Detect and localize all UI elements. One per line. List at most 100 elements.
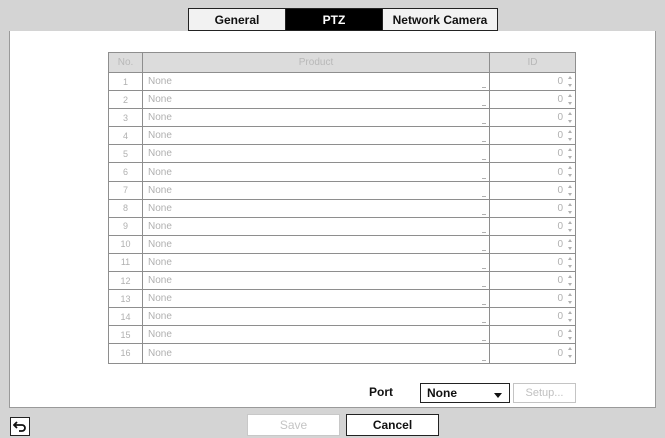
- spin-arrows-icon[interactable]: [567, 184, 572, 196]
- table-header: No. Product ID: [109, 53, 575, 73]
- id-value: 0: [557, 311, 563, 323]
- id-stepper[interactable]: 0: [490, 218, 575, 235]
- id-value: 0: [557, 76, 563, 88]
- spin-arrows-icon[interactable]: [567, 166, 572, 178]
- chevron-down-icon: [494, 393, 502, 398]
- spin-arrows-icon[interactable]: [567, 311, 572, 323]
- row-number: 1: [109, 73, 143, 91]
- dropdown-indicator-icon: [482, 195, 486, 197]
- table-row: 14 None 0: [109, 308, 575, 327]
- id-stepper[interactable]: 0: [490, 344, 575, 362]
- dropdown-indicator-icon: [482, 105, 486, 107]
- product-value: None: [148, 275, 172, 287]
- spin-arrows-icon[interactable]: [567, 130, 572, 142]
- id-stepper[interactable]: 0: [490, 272, 575, 289]
- row-number: 14: [109, 308, 143, 326]
- id-stepper[interactable]: 0: [490, 290, 575, 307]
- id-value: 0: [557, 130, 563, 142]
- id-stepper[interactable]: 0: [490, 254, 575, 271]
- product-value: None: [148, 112, 172, 124]
- id-value: 0: [557, 293, 563, 305]
- tab-ptz[interactable]: PTZ: [285, 8, 383, 31]
- spin-arrows-icon[interactable]: [567, 220, 572, 232]
- product-dropdown[interactable]: None: [143, 290, 490, 308]
- spin-arrows-icon[interactable]: [567, 148, 572, 160]
- cancel-button[interactable]: Cancel: [346, 414, 439, 436]
- tab-group: General PTZ Network Camera: [188, 8, 498, 31]
- back-button[interactable]: [10, 417, 30, 436]
- row-number: 12: [109, 272, 143, 290]
- product-dropdown[interactable]: None: [143, 91, 490, 109]
- spin-arrows-icon[interactable]: [567, 329, 572, 341]
- id-value: 0: [557, 202, 563, 214]
- product-dropdown[interactable]: None: [143, 163, 490, 181]
- spin-arrows-icon[interactable]: [567, 202, 572, 214]
- tab-network-camera[interactable]: Network Camera: [382, 8, 498, 31]
- header-id: ID: [527, 57, 538, 68]
- id-stepper[interactable]: 0: [490, 308, 575, 325]
- save-button[interactable]: Save: [247, 414, 340, 436]
- table-row: 7 None 0: [109, 181, 575, 200]
- table-row: 1 None 0: [109, 73, 575, 92]
- id-value: 0: [557, 94, 563, 106]
- product-dropdown[interactable]: None: [143, 73, 490, 91]
- table-row: 8 None 0: [109, 199, 575, 218]
- product-dropdown[interactable]: None: [143, 326, 490, 344]
- dropdown-indicator-icon: [482, 249, 486, 251]
- product-dropdown[interactable]: None: [143, 145, 490, 163]
- spin-arrows-icon[interactable]: [567, 238, 572, 250]
- id-stepper[interactable]: 0: [490, 182, 575, 199]
- table-row: 6 None 0: [109, 163, 575, 182]
- spin-arrows-icon[interactable]: [567, 293, 572, 305]
- spin-arrows-icon[interactable]: [567, 112, 572, 124]
- spin-arrows-icon[interactable]: [567, 275, 572, 287]
- id-stepper[interactable]: 0: [490, 236, 575, 253]
- dropdown-indicator-icon: [482, 87, 486, 89]
- spin-arrows-icon[interactable]: [567, 347, 572, 359]
- table-body: 1 None 0 2 None 0 3 None 0 4 None 0 5 None 0 6 None 0 7 Non…: [109, 73, 575, 363]
- spin-arrows-icon[interactable]: [567, 256, 572, 268]
- product-value: None: [148, 347, 172, 359]
- dropdown-indicator-icon: [482, 286, 486, 288]
- product-dropdown[interactable]: None: [143, 109, 490, 127]
- row-number: 16: [109, 344, 143, 363]
- product-dropdown[interactable]: None: [143, 199, 490, 217]
- spin-arrows-icon[interactable]: [567, 94, 572, 106]
- id-value: 0: [557, 275, 563, 287]
- table-row: 13 None 0: [109, 290, 575, 309]
- table-row: 10 None 0: [109, 235, 575, 254]
- product-value: None: [148, 256, 172, 268]
- id-stepper[interactable]: 0: [490, 91, 575, 108]
- id-value: 0: [557, 256, 563, 268]
- port-select[interactable]: None: [420, 383, 510, 403]
- id-stepper[interactable]: 0: [490, 200, 575, 217]
- product-value: None: [148, 202, 172, 214]
- product-dropdown[interactable]: None: [143, 308, 490, 326]
- product-dropdown[interactable]: None: [143, 181, 490, 199]
- product-dropdown[interactable]: None: [143, 127, 490, 145]
- id-stepper[interactable]: 0: [490, 127, 575, 144]
- id-stepper[interactable]: 0: [490, 163, 575, 180]
- id-stepper[interactable]: 0: [490, 73, 575, 90]
- id-stepper[interactable]: 0: [490, 145, 575, 162]
- ptz-table: No. Product ID 1 None 0 2 None 0 3 None 0 4 None 0 5…: [108, 52, 576, 364]
- id-value: 0: [557, 112, 563, 124]
- product-dropdown[interactable]: None: [143, 272, 490, 290]
- spin-arrows-icon[interactable]: [567, 76, 572, 87]
- product-dropdown[interactable]: None: [143, 235, 490, 253]
- id-stepper[interactable]: 0: [490, 109, 575, 126]
- row-number: 10: [109, 235, 143, 253]
- table-row: 11 None 0: [109, 253, 575, 273]
- tab-general[interactable]: General: [188, 8, 286, 31]
- product-dropdown[interactable]: None: [143, 344, 490, 363]
- dropdown-indicator-icon: [482, 141, 486, 143]
- product-dropdown[interactable]: None: [143, 217, 490, 235]
- setup-button[interactable]: Setup...: [513, 383, 576, 403]
- tab-bar: General PTZ Network Camera: [0, 0, 665, 31]
- table-row: 2 None 0: [109, 91, 575, 110]
- product-dropdown[interactable]: None: [143, 253, 490, 272]
- id-stepper[interactable]: 0: [490, 326, 575, 343]
- product-value: None: [148, 148, 172, 160]
- product-value: None: [148, 329, 172, 341]
- id-value: 0: [557, 148, 563, 160]
